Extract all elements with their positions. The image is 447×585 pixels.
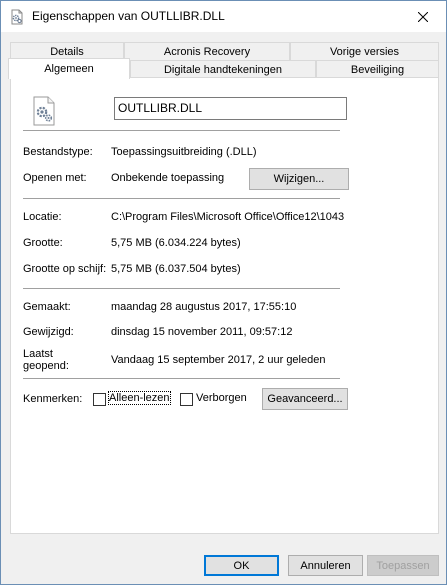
accessed-value: Vandaag 15 september 2017, 2 uur geleden: [111, 354, 326, 366]
window-title: Eigenschappen van OUTLLIBR.DLL: [32, 9, 225, 23]
size-value: 5,75 MB (6.034.224 bytes): [111, 237, 241, 249]
ok-button-label: OK: [233, 559, 250, 572]
change-button-label: Wijzigen...: [273, 173, 325, 185]
change-button[interactable]: Wijzigen...: [249, 168, 349, 190]
attributes-label: Kenmerken:: [23, 393, 83, 405]
separator: [23, 288, 340, 289]
location-value: C:\Program Files\Microsoft Office\Office…: [111, 211, 345, 223]
accessed-label-line2: geopend:: [23, 360, 69, 372]
properties-dialog: Eigenschappen van OUTLLIBR.DLL Details A…: [0, 0, 447, 585]
general-tab-panel: OUTLLIBR.DLL Bestandstype: Toepassingsui…: [10, 77, 439, 534]
hidden-label[interactable]: Verborgen: [196, 392, 247, 404]
accessed-label-line1: Laatst: [23, 348, 53, 360]
apply-button[interactable]: Toepassen: [367, 555, 439, 576]
separator: [23, 130, 340, 131]
separator: [23, 378, 340, 379]
opens-with-value: Onbekende toepassing: [111, 172, 225, 184]
created-value: maandag 28 augustus 2017, 17:55:10: [111, 301, 297, 313]
dll-file-icon: [33, 96, 55, 126]
location-label: Locatie:: [23, 211, 62, 223]
close-button[interactable]: [400, 1, 446, 32]
opens-with-label: Openen met:: [23, 172, 87, 184]
modified-value: dinsdag 15 november 2011, 09:57:12: [111, 326, 293, 338]
size-on-disk-label: Grootte op schijf:: [23, 263, 107, 275]
size-label: Grootte:: [23, 237, 63, 249]
tab-acronis-recovery[interactable]: Acronis Recovery: [124, 42, 290, 61]
hidden-checkbox[interactable]: [180, 393, 193, 406]
cancel-button[interactable]: Annuleren: [288, 555, 363, 576]
dll-file-icon: [11, 9, 23, 25]
modified-label: Gewijzigd:: [23, 326, 74, 338]
file-type-value: Toepassingsuitbreiding (.DLL): [111, 146, 257, 158]
advanced-button[interactable]: Geavanceerd...: [262, 388, 348, 410]
ok-button[interactable]: OK: [204, 555, 279, 576]
advanced-button-label: Geavanceerd...: [267, 393, 343, 405]
accessed-label: Laatst geopend:: [23, 348, 69, 372]
file-type-label: Bestandstype:: [23, 146, 93, 158]
file-name-input[interactable]: OUTLLIBR.DLL: [114, 97, 347, 120]
tab-previous-versions[interactable]: Vorige versies: [290, 42, 439, 61]
close-icon: [418, 11, 428, 22]
readonly-label[interactable]: Alleen-lezen: [108, 391, 171, 405]
size-on-disk-value: 5,75 MB (6.037.504 bytes): [111, 263, 241, 275]
created-label: Gemaakt:: [23, 301, 71, 313]
cancel-button-label: Annuleren: [300, 559, 351, 572]
apply-button-label: Toepassen: [376, 559, 430, 572]
title-bar[interactable]: Eigenschappen van OUTLLIBR.DLL: [1, 1, 446, 32]
separator: [23, 198, 340, 199]
tab-general[interactable]: Algemeen: [8, 58, 130, 79]
readonly-checkbox[interactable]: [93, 393, 106, 406]
